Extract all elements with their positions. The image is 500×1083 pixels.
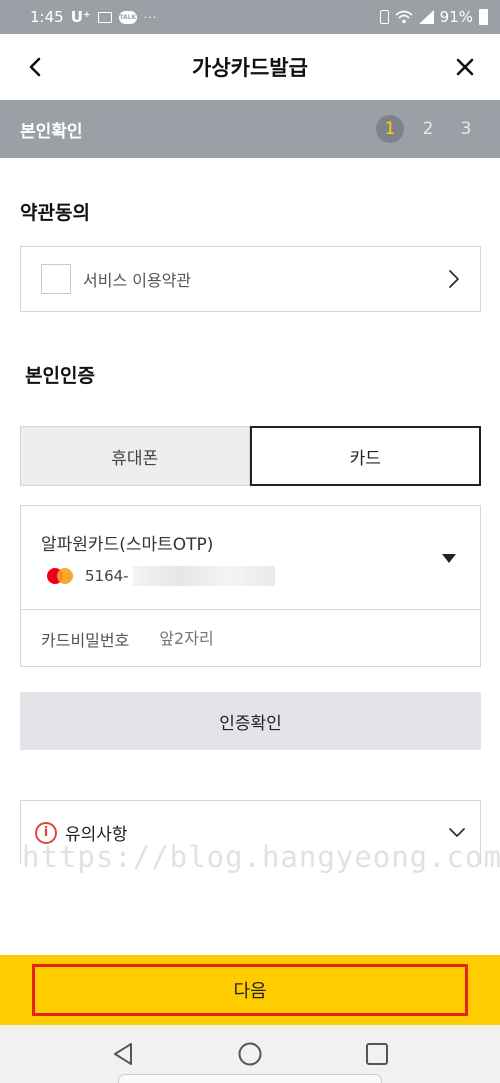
nav-recents-button[interactable] bbox=[361, 1038, 393, 1070]
step-label: 본인확인 bbox=[20, 121, 83, 142]
nav-home-button[interactable] bbox=[234, 1038, 266, 1070]
close-button[interactable] bbox=[448, 50, 482, 84]
terms-checkbox[interactable] bbox=[41, 264, 71, 294]
battery-percent: 91% bbox=[439, 8, 473, 26]
auth-method-tabs: 휴대폰 카드 bbox=[20, 426, 481, 486]
wifi-icon bbox=[395, 10, 413, 24]
status-bar: 1:45 U⁺ TALK ··· 91% bbox=[0, 0, 500, 34]
vibrate-icon bbox=[379, 10, 389, 24]
step-2: 2 bbox=[422, 119, 434, 139]
chevron-right-icon bbox=[449, 270, 459, 288]
terms-section-title: 약관동의 bbox=[20, 202, 90, 224]
back-button[interactable] bbox=[18, 50, 52, 84]
home-circle-icon bbox=[238, 1042, 262, 1066]
talk-notification-icon: TALK bbox=[118, 10, 137, 24]
card-name: 알파원카드(스마트OTP) bbox=[41, 535, 214, 555]
image-notification-icon bbox=[97, 11, 112, 23]
card-number-mask bbox=[132, 566, 275, 586]
close-icon bbox=[456, 58, 474, 76]
next-button[interactable]: 다음 bbox=[32, 964, 468, 1016]
more-notifications-icon: ··· bbox=[143, 10, 158, 24]
mastercard-logo-icon bbox=[47, 566, 75, 586]
card-number: 5164- bbox=[85, 567, 129, 585]
back-triangle-icon bbox=[114, 1043, 133, 1065]
watermark: https://blog.hangyeong.com bbox=[22, 840, 500, 874]
card-auth-form: 알파원카드(스마트OTP) 5164- 카드비밀번호 bbox=[20, 505, 481, 667]
battery-icon bbox=[479, 9, 488, 25]
page-title: 가상카드발급 bbox=[192, 56, 308, 80]
carrier-label: U⁺ bbox=[70, 8, 91, 26]
card-select-dropdown[interactable]: 알파원카드(스마트OTP) 5164- bbox=[21, 506, 480, 610]
card-number-row: 5164- bbox=[47, 566, 275, 586]
chevron-down-icon bbox=[449, 827, 465, 837]
header: 가상카드발급 bbox=[0, 34, 500, 100]
auth-section-title: 본인인증 bbox=[25, 365, 95, 387]
caret-down-icon bbox=[442, 554, 456, 563]
tab-card[interactable]: 카드 bbox=[249, 426, 481, 486]
step-bar: 본인확인 1 2 3 bbox=[0, 100, 500, 158]
card-password-input[interactable] bbox=[159, 629, 360, 648]
terms-item[interactable]: 서비스 이용약관 bbox=[20, 246, 481, 312]
step-1: 1 bbox=[376, 115, 404, 143]
terms-item-label: 서비스 이용약관 bbox=[83, 271, 192, 290]
verify-button[interactable]: 인증확인 bbox=[20, 692, 481, 750]
gesture-pill bbox=[118, 1074, 382, 1083]
nav-back-button[interactable] bbox=[107, 1038, 139, 1070]
recents-square-icon bbox=[365, 1043, 388, 1065]
step-indicator: 1 2 3 bbox=[376, 115, 480, 143]
status-time: 1:45 bbox=[30, 8, 64, 26]
tab-phone[interactable]: 휴대폰 bbox=[20, 426, 250, 486]
card-password-row: 카드비밀번호 bbox=[21, 610, 480, 667]
card-password-label: 카드비밀번호 bbox=[41, 630, 130, 650]
signal-icon bbox=[418, 10, 434, 24]
step-3: 3 bbox=[460, 119, 472, 139]
bottom-action-bar: 다음 bbox=[0, 955, 500, 1025]
chevron-left-icon bbox=[29, 57, 41, 77]
